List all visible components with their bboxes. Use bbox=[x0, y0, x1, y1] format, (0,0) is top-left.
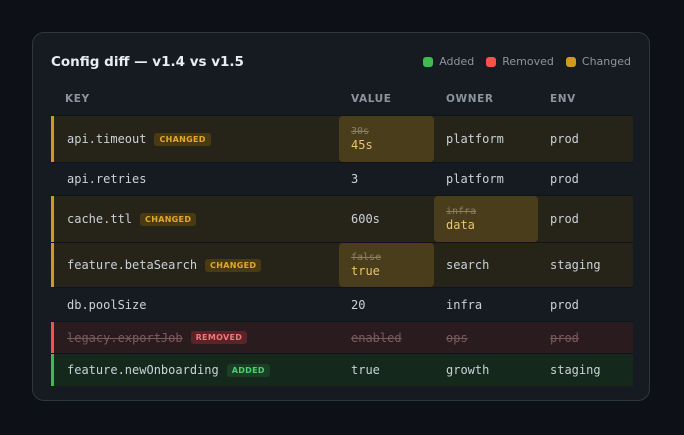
legend-label: Removed bbox=[502, 55, 554, 68]
env-cell: prod bbox=[550, 132, 579, 146]
column-header-owner[interactable]: OWNER bbox=[446, 93, 494, 105]
legend: Added Removed Changed bbox=[423, 55, 631, 68]
key-text: feature.newOnboarding bbox=[67, 363, 219, 377]
column-header-value[interactable]: VALUE bbox=[351, 93, 392, 105]
key-cell: cache.ttl CHANGED bbox=[67, 196, 197, 242]
key-cell: feature.newOnboarding ADDED bbox=[67, 354, 270, 386]
key-text: api.retries bbox=[67, 172, 147, 186]
changed-swatch-icon bbox=[565, 56, 576, 67]
table-row[interactable]: cache.ttl CHANGED 600s infra data prod bbox=[51, 195, 633, 242]
new-value: true bbox=[351, 264, 380, 278]
env-cell: prod bbox=[550, 172, 579, 186]
table-row[interactable]: feature.betaSearch CHANGED false true se… bbox=[51, 242, 633, 287]
new-owner: data bbox=[446, 218, 475, 232]
value-cell: 20 bbox=[351, 297, 366, 312]
legend-changed: Changed bbox=[565, 55, 631, 68]
owner-cell: platform bbox=[446, 132, 504, 146]
added-badge: ADDED bbox=[226, 363, 270, 377]
key-cell: feature.betaSearch CHANGED bbox=[67, 243, 262, 287]
key-text: cache.ttl bbox=[67, 212, 133, 226]
owner-cell: platform bbox=[446, 172, 504, 186]
table-row[interactable]: db.poolSize 20 infra prod bbox=[51, 287, 633, 321]
env-cell: prod bbox=[550, 212, 579, 226]
table-row[interactable]: api.timeout CHANGED 30s 45s platform pro… bbox=[51, 115, 633, 162]
changed-indicator bbox=[51, 196, 54, 242]
config-diff-card: Config diff — v1.4 vs v1.5 Added Removed… bbox=[32, 32, 650, 401]
table-row[interactable]: feature.newOnboarding ADDED true growth … bbox=[51, 353, 633, 386]
env-cell: staging bbox=[550, 258, 601, 272]
legend-added: Added bbox=[423, 55, 474, 68]
key-text: feature.betaSearch bbox=[67, 258, 198, 272]
value-cell: enabled bbox=[351, 330, 402, 345]
changed-badge: CHANGED bbox=[205, 258, 262, 272]
env-cell: staging bbox=[550, 363, 601, 377]
legend-label: Changed bbox=[581, 55, 631, 68]
column-header-key[interactable]: KEY bbox=[65, 93, 90, 105]
page-title: Config diff — v1.4 vs v1.5 bbox=[51, 54, 244, 70]
changed-badge: CHANGED bbox=[154, 132, 211, 146]
legend-removed: Removed bbox=[486, 55, 554, 68]
table-row[interactable]: legacy.exportJob REMOVED enabled ops pro… bbox=[51, 321, 633, 353]
removed-indicator bbox=[51, 322, 54, 353]
owner-cell: ops bbox=[446, 330, 468, 345]
removed-swatch-icon bbox=[486, 56, 497, 67]
old-value: 30s bbox=[351, 126, 370, 137]
removed-badge: REMOVED bbox=[190, 331, 248, 344]
key-cell: db.poolSize bbox=[67, 288, 146, 321]
diff-table: KEY VALUE OWNER ENV api.timeout CHANGED … bbox=[51, 85, 633, 386]
column-header-env[interactable]: ENV bbox=[550, 93, 576, 105]
key-text: api.timeout bbox=[67, 132, 147, 146]
key-cell: api.retries bbox=[67, 163, 146, 195]
table-header: KEY VALUE OWNER ENV bbox=[51, 85, 633, 115]
env-cell: prod bbox=[550, 330, 579, 345]
added-swatch-icon bbox=[423, 56, 434, 67]
owner-cell: infra data bbox=[434, 196, 538, 242]
value-cell: true bbox=[351, 363, 380, 377]
new-value: 45s bbox=[351, 138, 373, 152]
old-owner: infra bbox=[446, 206, 477, 217]
env-cell: prod bbox=[550, 297, 579, 312]
changed-badge: CHANGED bbox=[140, 212, 197, 226]
value-cell: 30s 45s bbox=[339, 116, 434, 162]
key-text: legacy.exportJob bbox=[67, 330, 183, 345]
old-value: false bbox=[351, 252, 382, 263]
owner-cell: growth bbox=[446, 363, 490, 377]
owner-cell: search bbox=[446, 258, 490, 272]
added-indicator bbox=[51, 354, 54, 386]
key-cell: api.timeout CHANGED bbox=[67, 116, 211, 162]
changed-indicator bbox=[51, 243, 54, 287]
value-cell: 3 bbox=[351, 172, 359, 186]
legend-label: Added bbox=[439, 55, 475, 68]
changed-indicator bbox=[51, 116, 54, 162]
table-row[interactable]: api.retries 3 platform prod bbox=[51, 162, 633, 195]
key-cell: legacy.exportJob REMOVED bbox=[67, 322, 248, 353]
value-cell: 600s bbox=[351, 212, 380, 226]
key-text: db.poolSize bbox=[67, 297, 147, 312]
value-cell: false true bbox=[339, 243, 434, 287]
owner-cell: infra bbox=[446, 297, 483, 312]
